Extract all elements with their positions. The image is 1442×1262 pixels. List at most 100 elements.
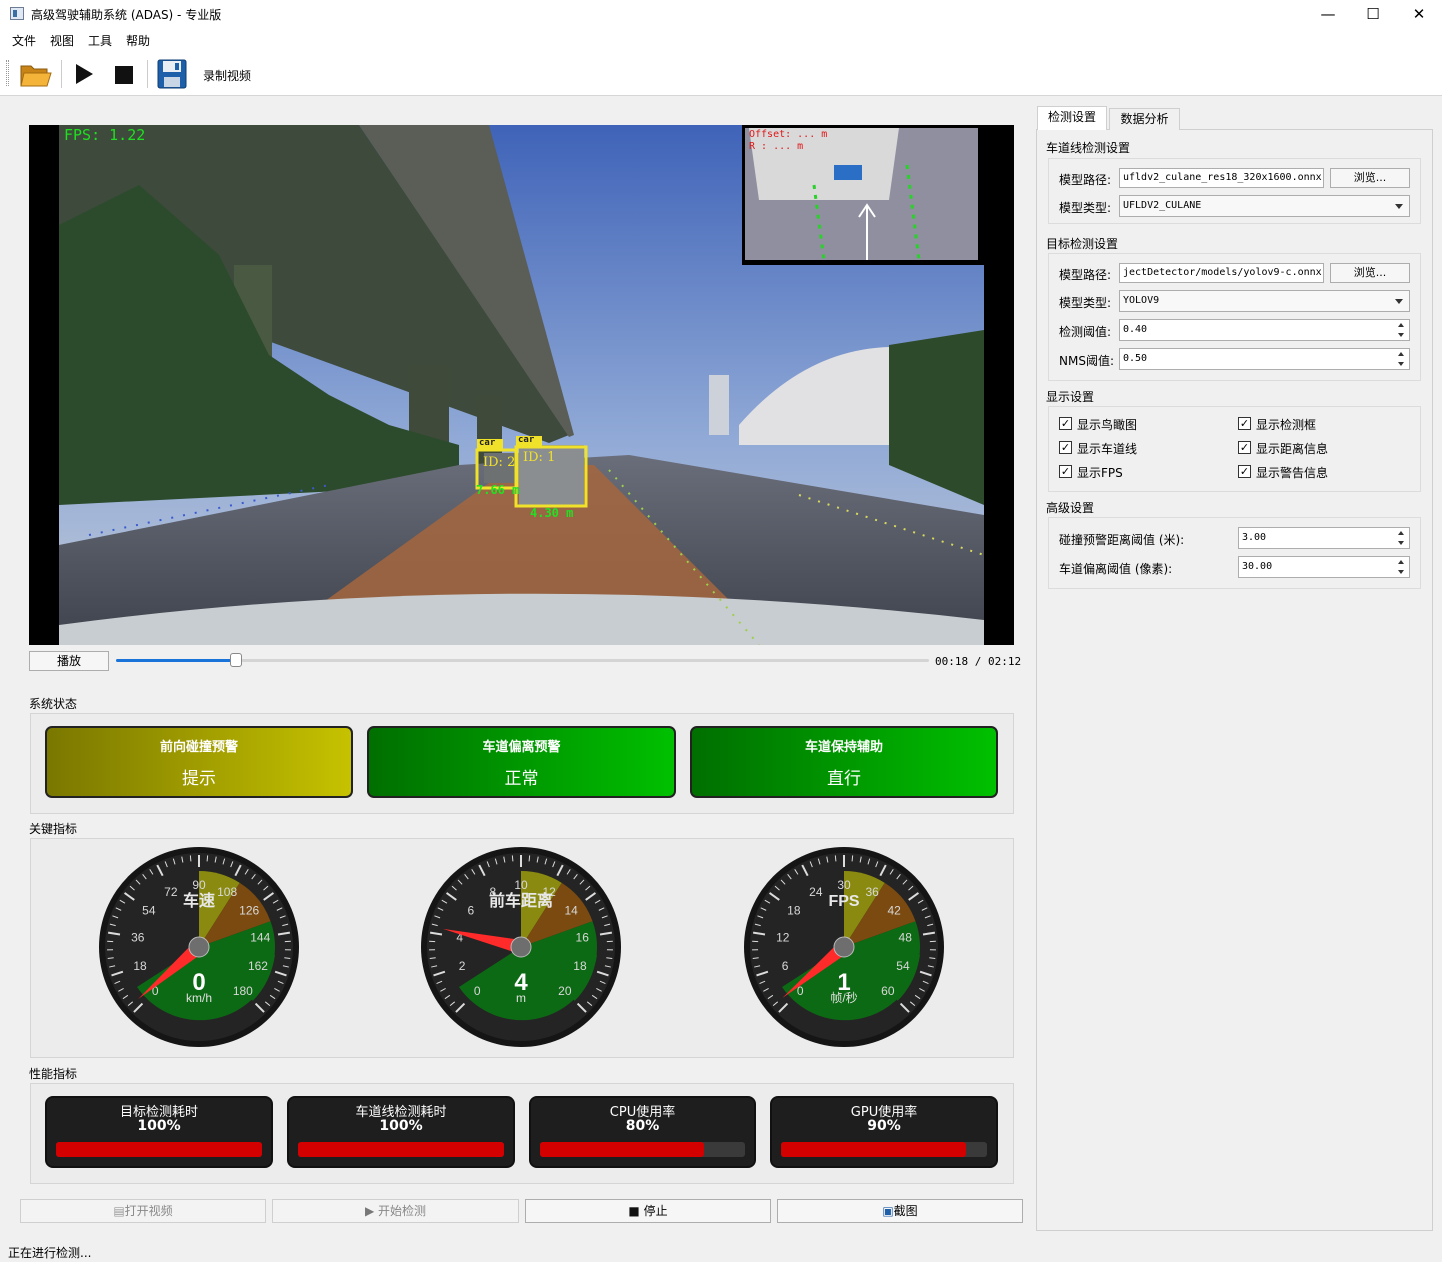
folder-open-icon[interactable] <box>19 58 53 90</box>
cpu-usage-card: CPU使用率 80% <box>529 1096 756 1168</box>
gauge-tick-label: 90 <box>192 878 206 892</box>
menu-file[interactable]: 文件 <box>12 32 36 49</box>
object-detection-time-card: 目标检测耗时 100% <box>45 1096 273 1168</box>
gauge-tick-label: 18 <box>573 959 587 973</box>
collision-threshold-spinbox[interactable]: 3.00 <box>1238 527 1410 549</box>
play-icon[interactable] <box>71 61 97 87</box>
gauge-tick-label: 10 <box>514 878 528 892</box>
menu-view[interactable]: 视图 <box>50 32 74 49</box>
gauge-tick-label: 54 <box>142 904 156 918</box>
display-option-label[interactable]: 显示车道线 <box>1077 440 1137 457</box>
menu-help[interactable]: 帮助 <box>126 32 150 49</box>
perf-bar <box>56 1142 262 1157</box>
screenshot-button[interactable]: ▣截图 <box>777 1199 1023 1223</box>
display-option-checkbox[interactable]: ✓ <box>1059 465 1072 478</box>
lane-model-path-field[interactable]: ufldv2_culane_res18_320x1600.onnx <box>1119 168 1324 188</box>
display-option-label[interactable]: 显示距离信息 <box>1256 440 1328 457</box>
perf-value: 100% <box>379 1118 423 1134</box>
nms-threshold-spinbox[interactable]: 0.50 <box>1119 348 1410 370</box>
display-option-checkbox[interactable]: ✓ <box>1059 441 1072 454</box>
open-video-label: 打开视频 <box>124 1204 173 1218</box>
gauge-tick-label: 108 <box>217 885 237 899</box>
stop-button[interactable]: ■ 停止 <box>525 1199 771 1223</box>
save-icon[interactable] <box>157 58 187 90</box>
spin-up-icon[interactable] <box>1395 529 1408 538</box>
perf-bar <box>781 1142 987 1157</box>
nms-threshold-value: 0.50 <box>1123 353 1148 364</box>
close-button[interactable]: ✕ <box>1396 0 1442 28</box>
toolbar-separator <box>61 60 62 88</box>
detection-label: car <box>479 438 496 448</box>
time-display: 00:18 / 02:12 <box>935 655 1022 668</box>
display-option-checkbox[interactable]: ✓ <box>1059 417 1072 430</box>
card-title: 车道保持辅助 <box>804 740 883 755</box>
screenshot-label: 截图 <box>893 1204 918 1218</box>
lane-model-type-select[interactable]: UFLDV2_CULANE <box>1119 195 1410 217</box>
nms-threshold-label: NMS阈值: <box>1059 354 1114 368</box>
play-button[interactable]: 播放 <box>29 651 109 671</box>
spin-down-icon[interactable] <box>1395 568 1408 577</box>
start-detection-button[interactable]: ▶ 开始检测 <box>272 1199 519 1223</box>
spin-up-icon[interactable] <box>1395 321 1408 330</box>
gauge-title: FPS <box>828 893 859 910</box>
display-option-label[interactable]: 显示警告信息 <box>1256 464 1328 481</box>
stop-label: 停止 <box>643 1204 668 1218</box>
gauge-tick-label: 48 <box>899 930 913 944</box>
toolbar-grip[interactable] <box>6 60 9 86</box>
display-option-checkbox[interactable]: ✓ <box>1238 417 1251 430</box>
spin-up-icon[interactable] <box>1395 558 1408 567</box>
chevron-down-icon <box>1395 299 1403 304</box>
display-option-label[interactable]: 显示FPS <box>1077 464 1123 481</box>
perf-bar <box>540 1142 745 1157</box>
gauge-tick-label: 16 <box>576 930 590 944</box>
lane-browse-button[interactable]: 浏览... <box>1330 168 1410 188</box>
stop-icon[interactable] <box>112 63 136 87</box>
detection-threshold-spinbox[interactable]: 0.40 <box>1119 319 1410 341</box>
lane-keeping-card: 车道保持辅助 直行 <box>690 726 998 798</box>
gauges-canvas: 018365472 90 108126144162180车速0km/h02468 10… <box>99 847 944 1047</box>
spin-down-icon[interactable] <box>1395 539 1408 548</box>
record-video-button[interactable]: 录制视频 <box>203 67 251 84</box>
perf-value: 90% <box>867 1118 901 1134</box>
progress-slider[interactable] <box>116 653 929 667</box>
lane-detection-time-card: 车道线检测耗时 100% <box>287 1096 515 1168</box>
save-icon: ▣ <box>882 1204 894 1218</box>
minimize-button[interactable]: — <box>1305 0 1351 28</box>
open-video-button[interactable]: ▤打开视频 <box>20 1199 266 1223</box>
window-title: 高级驾驶辅助系统 (ADAS) - 专业版 <box>31 8 222 22</box>
gauge-tick-label: 12 <box>776 930 790 944</box>
spin-down-icon[interactable] <box>1395 331 1408 340</box>
gauge-tick-label: 6 <box>782 959 789 973</box>
gauge-tick-label: 162 <box>248 959 268 973</box>
gauge-tick-label: 126 <box>239 904 259 918</box>
birdseye-radius-text: R : ... m <box>749 141 804 152</box>
gauge-tick <box>511 855 514 862</box>
display-option-checkbox[interactable]: ✓ <box>1238 465 1251 478</box>
detection-distance: 4.30 m <box>530 506 574 520</box>
collision-threshold-label: 碰撞预警距离阈值 (米): <box>1059 533 1185 547</box>
display-option-checkbox[interactable]: ✓ <box>1238 441 1251 454</box>
object-model-path-field[interactable]: jectDetector/models/yolov9-c.onnx <box>1119 263 1324 283</box>
display-option-label[interactable]: 显示检测框 <box>1256 416 1316 433</box>
maximize-button[interactable]: ☐ <box>1350 0 1396 28</box>
performance-title: 性能指标 <box>29 1067 78 1081</box>
object-model-type-select[interactable]: YOLOV9 <box>1119 290 1410 312</box>
object-model-path-label: 模型路径: <box>1059 268 1112 282</box>
spin-up-icon[interactable] <box>1395 350 1408 359</box>
lane-deviation-spinbox[interactable]: 30.00 <box>1238 556 1410 578</box>
status-bar: 正在进行检测... <box>8 1246 92 1260</box>
gauge-tick-label: 14 <box>564 904 578 918</box>
display-option-label[interactable]: 显示鸟瞰图 <box>1077 416 1137 433</box>
display-settings-title: 显示设置 <box>1046 390 1095 404</box>
object-browse-button[interactable]: 浏览... <box>1330 263 1410 283</box>
object-settings-title: 目标检测设置 <box>1046 237 1119 251</box>
video-display[interactable]: FPS: 1.22 Offset: ... m R : ... m car ID… <box>29 125 1014 645</box>
tab-data-analysis[interactable]: 数据分析 <box>1109 108 1180 130</box>
progress-handle[interactable] <box>230 653 243 667</box>
spin-down-icon[interactable] <box>1395 360 1408 369</box>
birdseye-offset-text: Offset: ... m <box>749 129 828 140</box>
tab-detection-settings[interactable]: 检测设置 <box>1037 106 1107 130</box>
menu-bar <box>0 28 1442 50</box>
menu-tools[interactable]: 工具 <box>88 32 112 49</box>
perf-bar-fill <box>298 1142 504 1157</box>
